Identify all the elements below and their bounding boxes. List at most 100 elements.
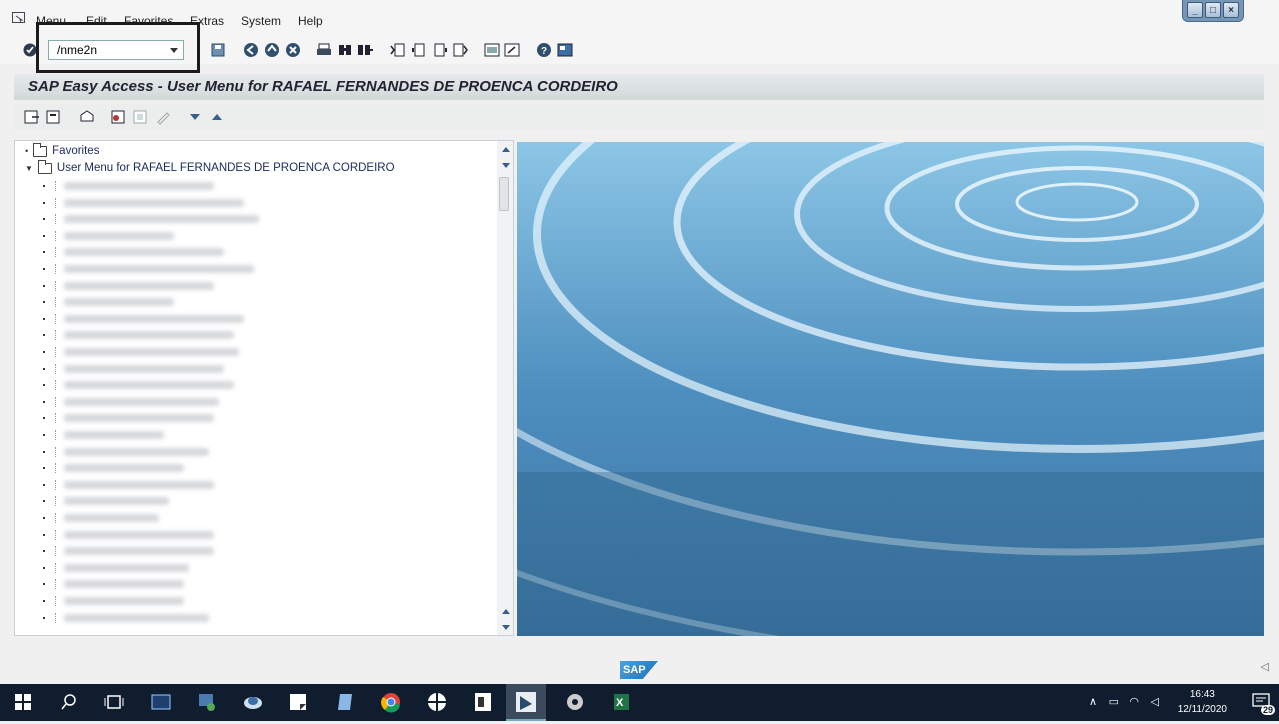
tree-item[interactable] [43, 463, 184, 474]
redacted-label [64, 348, 239, 356]
tree-item[interactable] [43, 363, 224, 374]
minimize-button[interactable]: _ [1187, 2, 1203, 18]
menu-help[interactable]: Help [298, 14, 323, 28]
excel-icon[interactable]: X [610, 691, 632, 713]
tree-item[interactable] [43, 280, 214, 291]
find-icon[interactable] [337, 42, 353, 58]
tree-connector [55, 430, 56, 440]
svg-text:X: X [616, 697, 624, 709]
scrollbar-thumb[interactable] [499, 177, 509, 211]
sap-menu-icon[interactable] [79, 109, 95, 125]
tree-node-favorites[interactable]: • Favorites [25, 142, 99, 157]
previous-page-icon[interactable] [411, 42, 427, 58]
shortcut-icon[interactable] [504, 42, 520, 58]
bullet-icon [43, 533, 45, 536]
wifi-icon[interactable]: ◠ [1129, 695, 1139, 708]
sap-logon-icon[interactable] [242, 691, 264, 713]
tree-item[interactable] [43, 214, 259, 225]
redacted-label [64, 514, 159, 522]
gear-app-icon[interactable] [564, 691, 586, 713]
expand-down-icon[interactable] [187, 109, 203, 125]
redacted-label [64, 265, 254, 273]
scroll-up-icon[interactable] [502, 147, 510, 152]
folder-icon [33, 142, 48, 157]
find-next-icon[interactable] [357, 42, 373, 58]
tree-item[interactable] [43, 230, 174, 241]
create-role-icon[interactable] [110, 109, 126, 125]
system-menu-icon[interactable] [12, 12, 26, 24]
tree-item[interactable] [43, 313, 244, 324]
tree-item[interactable] [43, 496, 169, 507]
tree-item[interactable] [43, 396, 219, 407]
tree-connector [55, 181, 56, 191]
first-page-icon[interactable] [390, 42, 406, 58]
cancel-icon[interactable] [285, 42, 301, 58]
last-page-icon[interactable] [452, 42, 468, 58]
tree-item[interactable] [43, 413, 214, 424]
menu-tree: • Favorites ▼ User Menu for RAFAEL FERNA… [14, 140, 514, 636]
bullet-icon [43, 334, 45, 337]
windows-start-icon[interactable] [12, 691, 34, 713]
next-page-icon[interactable] [432, 42, 448, 58]
maximize-button[interactable]: □ [1205, 2, 1221, 18]
collapse-up-icon[interactable] [209, 109, 225, 125]
redacted-label [64, 281, 214, 290]
close-button[interactable]: × [1223, 2, 1239, 18]
notepad-icon[interactable] [334, 691, 356, 713]
tree-connector [55, 330, 56, 341]
sticky-notes-icon[interactable] [287, 691, 309, 713]
menu-system[interactable]: System [241, 14, 281, 28]
notification-center[interactable]: 29 [1251, 691, 1275, 715]
tree-item[interactable] [43, 479, 214, 490]
tree-item[interactable] [43, 247, 224, 258]
scroll-down-bottom-icon[interactable] [502, 625, 510, 630]
battery-icon[interactable]: ▭ [1109, 695, 1119, 708]
tree-item[interactable] [43, 562, 189, 573]
task-view-icon[interactable] [103, 691, 125, 713]
help-icon[interactable]: ? [536, 42, 552, 58]
search-icon[interactable] [58, 691, 80, 713]
create-session-icon[interactable] [484, 42, 500, 58]
tree-item[interactable] [43, 579, 184, 590]
tree-item[interactable] [43, 430, 164, 440]
sap-gui-taskbar-item[interactable] [506, 684, 546, 721]
tree-item[interactable] [43, 513, 159, 523]
save-icon[interactable] [210, 42, 226, 58]
tree-item[interactable] [43, 197, 244, 208]
tree-item[interactable] [43, 612, 209, 623]
exit-icon[interactable] [264, 42, 280, 58]
water-ripple-image [517, 142, 1264, 636]
tree-node-user-menu[interactable]: ▼ User Menu for RAFAEL FERNANDES DE PROE… [25, 159, 395, 174]
tree-item[interactable] [43, 446, 209, 457]
print-icon[interactable] [316, 42, 332, 58]
terminal-app-icon[interactable] [150, 691, 172, 713]
tree-scrollbar[interactable] [497, 141, 513, 635]
other-menu-icon[interactable] [24, 109, 40, 125]
back-icon[interactable] [243, 42, 259, 58]
bullet-icon [43, 268, 45, 270]
system-clock[interactable]: 16:43 12/11/2020 [1178, 687, 1227, 717]
tree-item[interactable] [43, 330, 234, 341]
tree-item[interactable] [43, 181, 214, 191]
add-to-favorites-icon[interactable] [46, 109, 62, 125]
tree-item[interactable] [43, 380, 234, 391]
tree-item[interactable] [43, 596, 184, 606]
document-app-icon[interactable] [472, 691, 494, 713]
title-bar: SAP Easy Access - User Menu for RAFAEL F… [14, 74, 1264, 100]
scroll-down-icon[interactable] [502, 163, 510, 168]
tree-item[interactable] [43, 529, 214, 540]
user-menu-label: User Menu for RAFAEL FERNANDES DE PROENC… [56, 162, 395, 174]
volume-icon[interactable]: ◁ [1151, 695, 1159, 708]
tree-item[interactable] [43, 297, 174, 308]
tree-item[interactable] [43, 347, 239, 357]
show-hidden-icons-icon[interactable]: ∧ [1089, 695, 1097, 708]
network-app-icon[interactable] [196, 691, 218, 713]
tree-connector [55, 313, 56, 324]
globe-app-icon[interactable] [426, 691, 448, 713]
customize-layout-icon[interactable] [557, 42, 573, 58]
chrome-icon[interactable] [380, 691, 402, 713]
tree-item[interactable] [43, 546, 214, 557]
tree-item[interactable] [43, 264, 254, 274]
status-collapse-icon[interactable]: ◁ [1261, 660, 1269, 673]
scroll-up-bottom-icon[interactable] [502, 609, 510, 614]
